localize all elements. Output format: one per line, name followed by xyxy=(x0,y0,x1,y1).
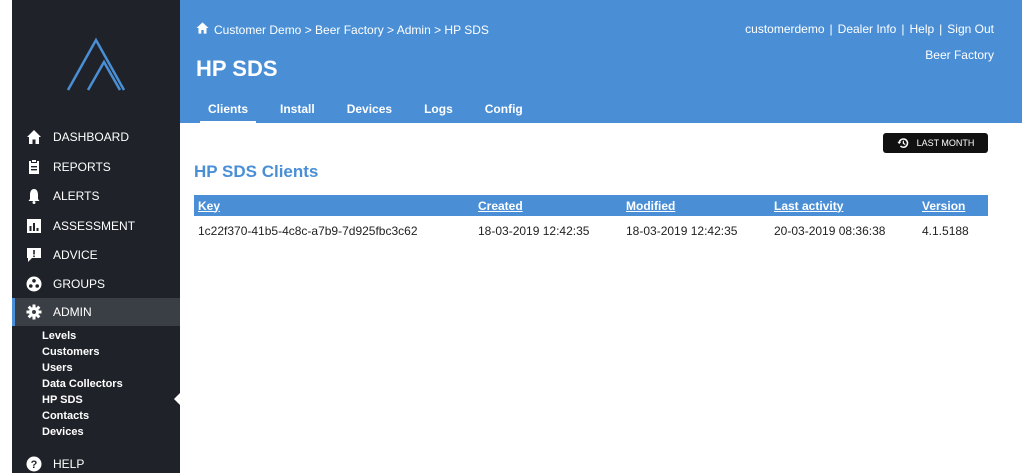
bar-chart-icon xyxy=(25,217,43,235)
sidebar-item-dashboard[interactable]: DASHBOARD xyxy=(12,123,180,151)
separator: | xyxy=(829,22,833,36)
separator: | xyxy=(939,22,943,36)
dealer-info-link[interactable]: Dealer Info xyxy=(838,22,897,36)
tab-install[interactable]: Install xyxy=(280,102,315,124)
sidebar-item-label: DASHBOARD xyxy=(53,130,130,144)
top-links: customerdemo | Dealer Info | Help | Sign Out xyxy=(745,22,994,36)
column-header-modified[interactable]: Modified xyxy=(622,195,770,216)
user-link[interactable]: customerdemo xyxy=(745,22,824,36)
sidebar-item-label: GROUPS xyxy=(53,277,106,291)
subnav-item-hp-sds[interactable]: HP SDS xyxy=(42,392,123,408)
cell-key: 1c22f370-41b5-4c8c-a7b9-7d925fbc3c62 xyxy=(198,224,418,238)
clipboard-icon xyxy=(25,158,43,176)
bell-icon xyxy=(25,187,43,205)
history-icon xyxy=(896,138,908,148)
cell-modified: 18-03-2019 12:42:35 xyxy=(626,224,738,238)
table-header-row: Key Created Modified Last activity Versi… xyxy=(194,195,988,216)
column-header-key[interactable]: Key xyxy=(194,195,474,216)
section-title: HP SDS Clients xyxy=(194,162,319,181)
sidebar-item-assessment[interactable]: ASSESSMENT xyxy=(12,212,180,240)
help-link[interactable]: Help xyxy=(909,22,934,36)
column-header-last-activity[interactable]: Last activity xyxy=(770,195,918,216)
home-icon[interactable] xyxy=(196,22,209,37)
svg-text:?: ? xyxy=(31,459,38,471)
help-icon: ? xyxy=(25,455,43,473)
subnav-item-customers[interactable]: Customers xyxy=(42,344,123,360)
sidebar-item-label: ALERTS xyxy=(53,189,100,203)
clients-table: Key Created Modified Last activity Versi… xyxy=(194,195,988,238)
sidebar-item-help[interactable]: ? HELP xyxy=(12,450,180,473)
subnav-item-levels[interactable]: Levels xyxy=(42,328,123,344)
sidebar-item-alerts[interactable]: ALERTS xyxy=(12,182,180,210)
sign-out-link[interactable]: Sign Out xyxy=(947,22,994,36)
subnav-item-data-collectors[interactable]: Data Collectors xyxy=(42,376,123,392)
gear-icon xyxy=(25,303,43,321)
sidebar-item-advice[interactable]: ADVICE xyxy=(12,241,180,269)
home-icon xyxy=(25,128,43,146)
sidebar-item-admin[interactable]: ADMIN xyxy=(12,298,180,326)
active-item-caret xyxy=(174,393,180,405)
subnav-item-users[interactable]: Users xyxy=(42,360,123,376)
breadcrumb-text[interactable]: Customer Demo > Beer Factory > Admin > H… xyxy=(214,23,489,37)
separator: | xyxy=(901,22,905,36)
tab-config[interactable]: Config xyxy=(485,102,523,124)
period-selector-button[interactable]: LAST MONTH xyxy=(883,133,988,153)
cell-created: 18-03-2019 12:42:35 xyxy=(478,224,590,238)
breadcrumb: Customer Demo > Beer Factory > Admin > H… xyxy=(196,22,489,37)
period-label: LAST MONTH xyxy=(916,138,975,148)
tab-devices[interactable]: Devices xyxy=(347,102,392,124)
column-header-version[interactable]: Version xyxy=(918,195,988,216)
cell-last-activity: 20-03-2019 08:36:38 xyxy=(774,224,886,238)
groups-icon xyxy=(25,275,43,293)
sidebar-item-label: HELP xyxy=(53,457,85,471)
subnav-item-contacts[interactable]: Contacts xyxy=(42,408,123,424)
tab-logs[interactable]: Logs xyxy=(424,102,453,124)
sidebar-item-label: REPORTS xyxy=(53,160,111,174)
left-margin xyxy=(0,0,12,473)
tab-bar: Clients Install Devices Logs Config xyxy=(199,102,555,125)
sidebar-item-label: ASSESSMENT xyxy=(53,219,136,233)
cell-version: 4.1.5188 xyxy=(922,224,969,238)
page-title: HP SDS xyxy=(196,56,278,81)
sidebar-item-label: ADMIN xyxy=(53,305,92,319)
organization-name: Beer Factory xyxy=(925,48,994,62)
page-header: Customer Demo > Beer Factory > Admin > H… xyxy=(180,0,1022,125)
column-header-created[interactable]: Created xyxy=(474,195,622,216)
sidebar-item-reports[interactable]: REPORTS xyxy=(12,153,180,181)
table-row[interactable]: 1c22f370-41b5-4c8c-a7b9-7d925fbc3c62 18-… xyxy=(194,216,988,238)
tab-clients[interactable]: Clients xyxy=(199,102,257,125)
subnav-item-devices[interactable]: Devices xyxy=(42,424,123,440)
admin-subnav: Levels Customers Users Data Collectors H… xyxy=(42,328,123,440)
brand-logo xyxy=(66,37,126,91)
exclamation-speech-icon xyxy=(25,246,43,264)
sidebar-item-groups[interactable]: GROUPS xyxy=(12,270,180,298)
sidebar-item-label: ADVICE xyxy=(53,248,98,262)
